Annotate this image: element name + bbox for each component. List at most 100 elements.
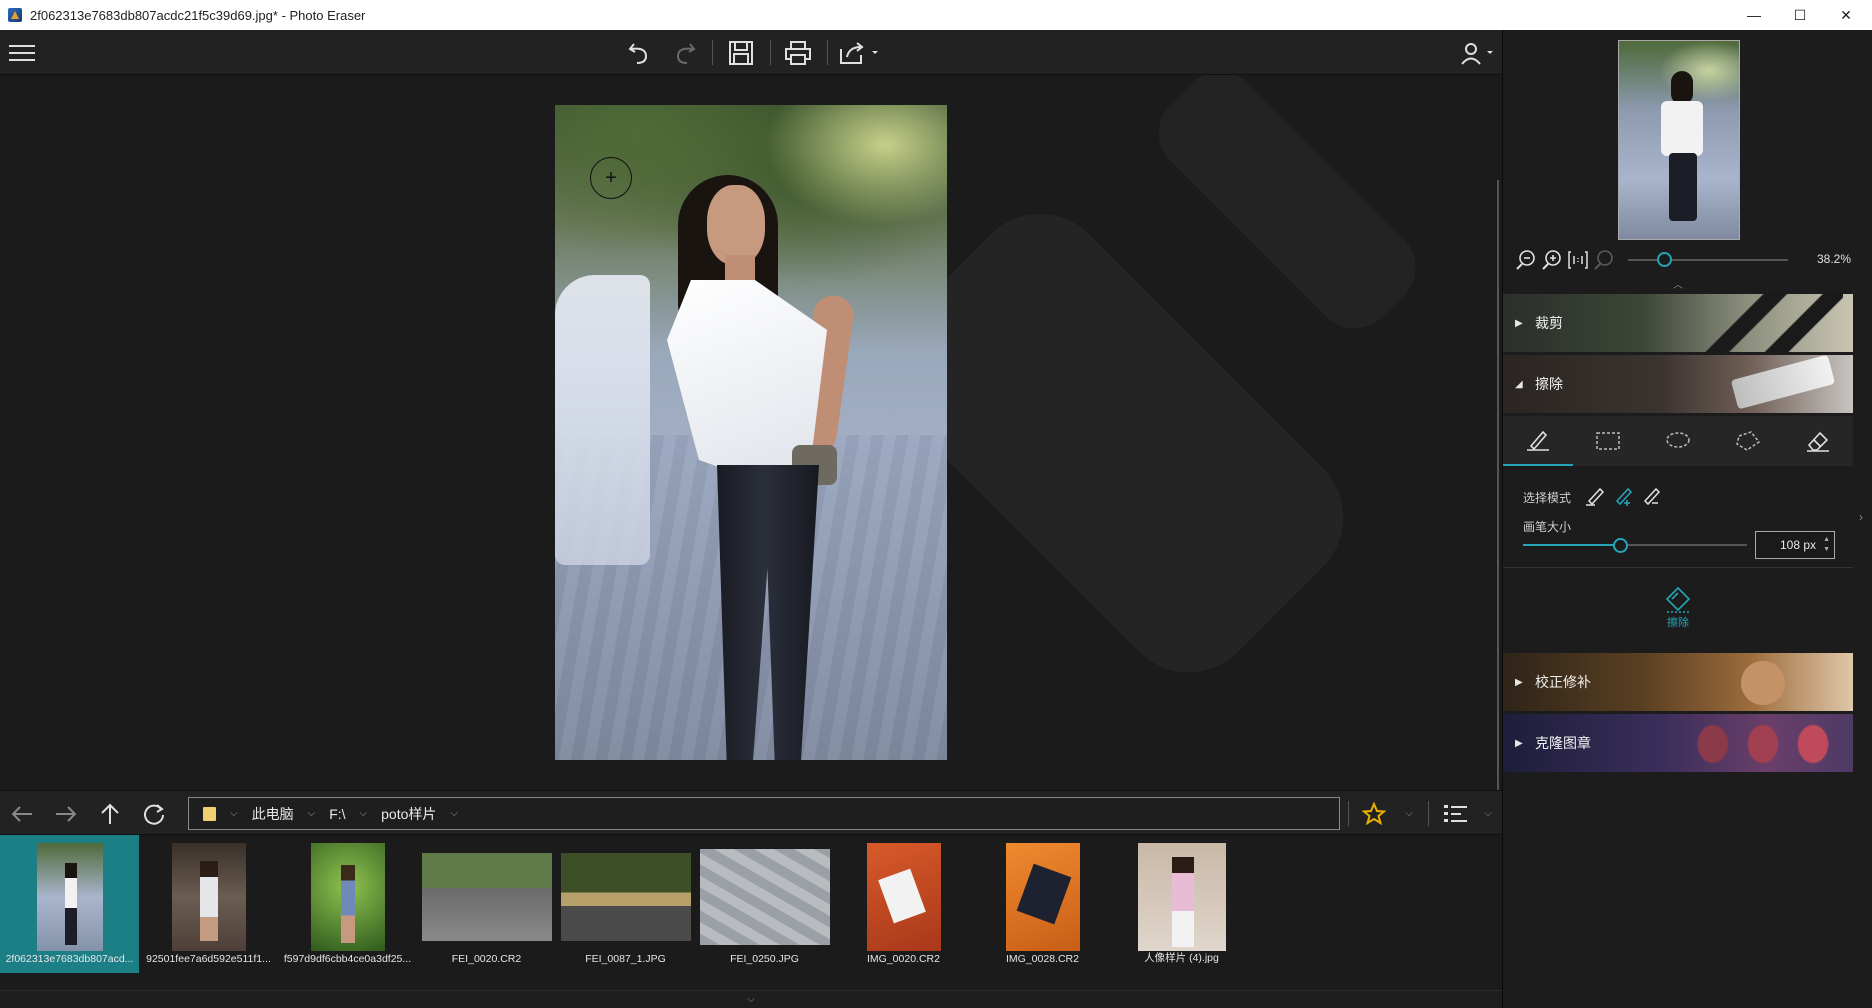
eraser-tool-tab[interactable] <box>1783 416 1853 466</box>
section-correct[interactable]: ▶ 校正修补 <box>1503 653 1853 711</box>
erase-apply-label: 擦除 <box>1667 617 1689 629</box>
expand-arrow-icon: ▶ <box>1515 676 1523 688</box>
panel-scroll-arrow-icon[interactable]: › <box>1859 510 1863 524</box>
brush-mode-icon[interactable] <box>1585 486 1607 506</box>
zoom-slider[interactable] <box>1628 259 1788 261</box>
undo-button[interactable] <box>622 30 658 75</box>
brush-size-value: 108 px <box>1779 538 1816 552</box>
polygon-tool-tab[interactable] <box>1713 416 1783 466</box>
thumbnail[interactable]: FEI_0020.CR2 <box>417 835 556 973</box>
print-icon <box>785 40 811 65</box>
thumbnail-image <box>1137 843 1226 951</box>
section-label: 擦除 <box>1535 376 1563 392</box>
forward-button[interactable] <box>50 791 82 836</box>
thumbnail[interactable]: 2f062313e7683db807acd... <box>0 835 139 973</box>
thumbnail[interactable]: 92501fee7a6d592e511f1... <box>139 835 278 973</box>
image-canvas[interactable]: + <box>0 75 1502 790</box>
favorite-dropdown[interactable]: ⌵ <box>1396 791 1422 836</box>
right-panel: 38.2% ︿ ▶ 裁剪 ◢ 擦除 选择模式 画笔大小 108 px ▲ ▼ 擦… <box>1502 30 1872 1008</box>
breadcrumb-item[interactable]: poto样片 ⌵ <box>381 804 472 824</box>
expand-arrow-icon: ▶ <box>1515 317 1523 329</box>
brush-cursor-icon: + <box>590 157 632 199</box>
thumbnail-caption: f597d9df6cbb4ce0a3df25... <box>283 953 412 965</box>
erase-tool-tabs <box>1503 416 1853 466</box>
favorite-button[interactable] <box>1358 791 1390 836</box>
view-mode-dropdown[interactable]: ⌵ <box>1476 791 1500 836</box>
navigator-preview[interactable] <box>1618 40 1740 240</box>
lasso-tool-tab[interactable] <box>1643 416 1713 466</box>
collapse-arrow-icon: ◢ <box>1515 378 1523 390</box>
section-label: 校正修补 <box>1535 674 1591 690</box>
thumbnail-image <box>171 843 246 951</box>
thumbnail[interactable]: IMG_0020.CR2 <box>834 835 973 973</box>
folder-dropdown[interactable]: ⌵ <box>216 808 252 819</box>
preview-figure <box>1661 71 1703 221</box>
redo-button[interactable] <box>666 30 702 75</box>
breadcrumb-label: 此电脑 <box>251 805 294 822</box>
print-button[interactable] <box>779 30 817 75</box>
menu-button[interactable] <box>6 30 38 75</box>
toolbar-separator <box>1348 801 1349 826</box>
section-clone[interactable]: ▶ 克隆图章 <box>1503 714 1853 772</box>
canvas-scrollbar[interactable] <box>1497 180 1499 790</box>
thumbnail-caption: FEI_0250.JPG <box>730 953 799 965</box>
zoom-slider-knob[interactable] <box>1657 252 1672 267</box>
thumbnail[interactable]: FEI_0087_1.JPG <box>556 835 695 973</box>
window-title: 2f062313e7683db807acdc21f5c39d69.jpg* - … <box>30 7 366 23</box>
refresh-button[interactable] <box>138 791 170 836</box>
file-navigation-bar: ⌵ 此电脑 ⌵ F:\ ⌵ poto样片 ⌵ ⌵ ⌵ <box>0 790 1502 835</box>
brush-size-fill <box>1523 544 1619 546</box>
rectangle-tool-tab[interactable] <box>1573 416 1643 466</box>
select-mode-label: 选择模式 <box>1523 491 1572 505</box>
photo-subject-face <box>707 185 765 265</box>
fit-screen-icon[interactable] <box>1593 249 1615 271</box>
section-label: 克隆图章 <box>1535 735 1591 751</box>
thumbnail-caption: IMG_0020.CR2 <box>867 953 940 965</box>
thumbnail[interactable]: IMG_0028.CR2 <box>973 835 1112 973</box>
section-crop[interactable]: ▶ 裁剪 <box>1503 294 1853 352</box>
thumbnail[interactable]: f597d9df6cbb4ce0a3df25... <box>278 835 417 973</box>
brush-size-knob[interactable] <box>1613 538 1628 553</box>
user-icon <box>1461 42 1493 65</box>
spinner-arrows-icon[interactable]: ▲ ▼ <box>1823 535 1830 555</box>
minimize-button[interactable]: — <box>1731 0 1777 30</box>
close-button[interactable]: ✕ <box>1823 0 1869 30</box>
maximize-button[interactable]: ☐ <box>1777 0 1823 30</box>
zoom-in-icon[interactable] <box>1541 249 1563 271</box>
up-folder-button[interactable] <box>94 791 126 836</box>
share-button[interactable] <box>836 30 882 75</box>
thumbnail-caption: FEI_0020.CR2 <box>451 953 522 965</box>
thumbnail[interactable]: FEI_0250.JPG <box>695 835 834 973</box>
view-mode-button[interactable] <box>1438 791 1474 836</box>
folder-icon <box>203 806 216 821</box>
actual-size-icon[interactable] <box>1567 249 1589 271</box>
thumbnail-image <box>866 843 941 951</box>
toolbar-separator <box>827 40 828 65</box>
thumbnail-image <box>36 843 103 951</box>
thumbnail-image <box>560 853 691 941</box>
strip-collapse-toggle[interactable]: ⌵ <box>0 990 1502 1008</box>
brush-add-mode-icon[interactable] <box>1613 486 1635 506</box>
path-breadcrumb[interactable]: ⌵ 此电脑 ⌵ F:\ ⌵ poto样片 ⌵ <box>188 797 1340 830</box>
erase-apply-button[interactable]: 擦除 <box>1648 586 1708 636</box>
expand-arrow-icon: ▶ <box>1515 737 1523 749</box>
collapse-navigator-toggle[interactable]: ︿ <box>1673 276 1683 291</box>
back-button[interactable] <box>6 791 38 836</box>
brush-tool-tab[interactable] <box>1503 416 1573 466</box>
section-erase[interactable]: ◢ 擦除 <box>1503 355 1853 413</box>
edited-photo[interactable] <box>555 105 947 760</box>
toolbar-separator <box>770 40 771 65</box>
rectangle-select-icon <box>1596 432 1620 450</box>
brush-size-input[interactable]: 108 px ▲ ▼ <box>1755 531 1835 559</box>
panel-divider <box>1503 567 1853 568</box>
breadcrumb-item[interactable]: F:\ ⌵ <box>329 806 381 822</box>
user-button[interactable] <box>1458 30 1498 75</box>
thumbnail[interactable]: 人像样片 (4).jpg <box>1112 835 1251 973</box>
undo-icon <box>628 42 648 64</box>
breadcrumb-item[interactable]: 此电脑 ⌵ <box>252 804 330 824</box>
thumbnail-caption: 2f062313e7683db807acd... <box>5 953 134 965</box>
save-button[interactable] <box>722 30 760 75</box>
zoom-controls: 38.2% <box>1513 248 1863 272</box>
brush-subtract-mode-icon[interactable] <box>1641 486 1663 506</box>
zoom-out-icon[interactable] <box>1515 249 1537 271</box>
